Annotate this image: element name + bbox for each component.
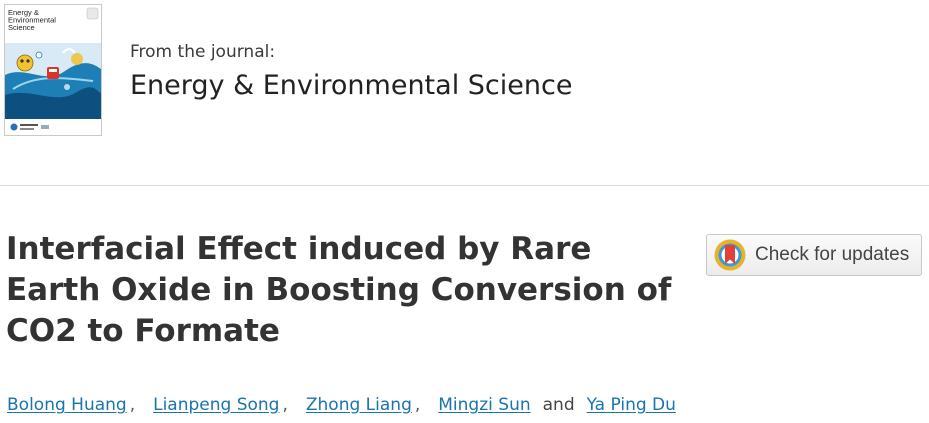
- crossmark-icon: [713, 238, 747, 272]
- check-for-updates-label: Check for updates: [755, 244, 910, 265]
- journal-cover-image[interactable]: Energy & Environmental Science: [4, 4, 102, 136]
- author-link[interactable]: Zhong Liang: [306, 395, 412, 415]
- author-list: Bolong Huang, Lianpeng Song, Zhong Liang, M…: [7, 395, 676, 415]
- journal-header: Energy & Environmental Science From the …: [0, 0, 929, 186]
- cover-title-line-3: Science: [8, 23, 35, 32]
- header-divider: [0, 185, 929, 186]
- author-separator: ,: [129, 395, 136, 415]
- author-separator: ,: [282, 395, 288, 415]
- article-title: Interfacial Effect induced by Rare Earth…: [6, 231, 672, 349]
- author-conjunction: and: [542, 395, 575, 415]
- author-link[interactable]: Lianpeng Song: [153, 395, 279, 415]
- author-link[interactable]: Mingzi Sun: [438, 395, 530, 415]
- journal-name[interactable]: Energy & Environmental Science: [130, 70, 572, 101]
- check-for-updates-button[interactable]: Check for updates: [706, 234, 922, 276]
- author-link[interactable]: Bolong Huang: [7, 395, 127, 415]
- author-separator: ,: [414, 395, 421, 415]
- from-journal-label: From the journal:: [130, 42, 276, 62]
- author-link[interactable]: Ya Ping Du: [587, 395, 676, 415]
- journal-info: From the journal: Energy & Environmental…: [130, 42, 572, 101]
